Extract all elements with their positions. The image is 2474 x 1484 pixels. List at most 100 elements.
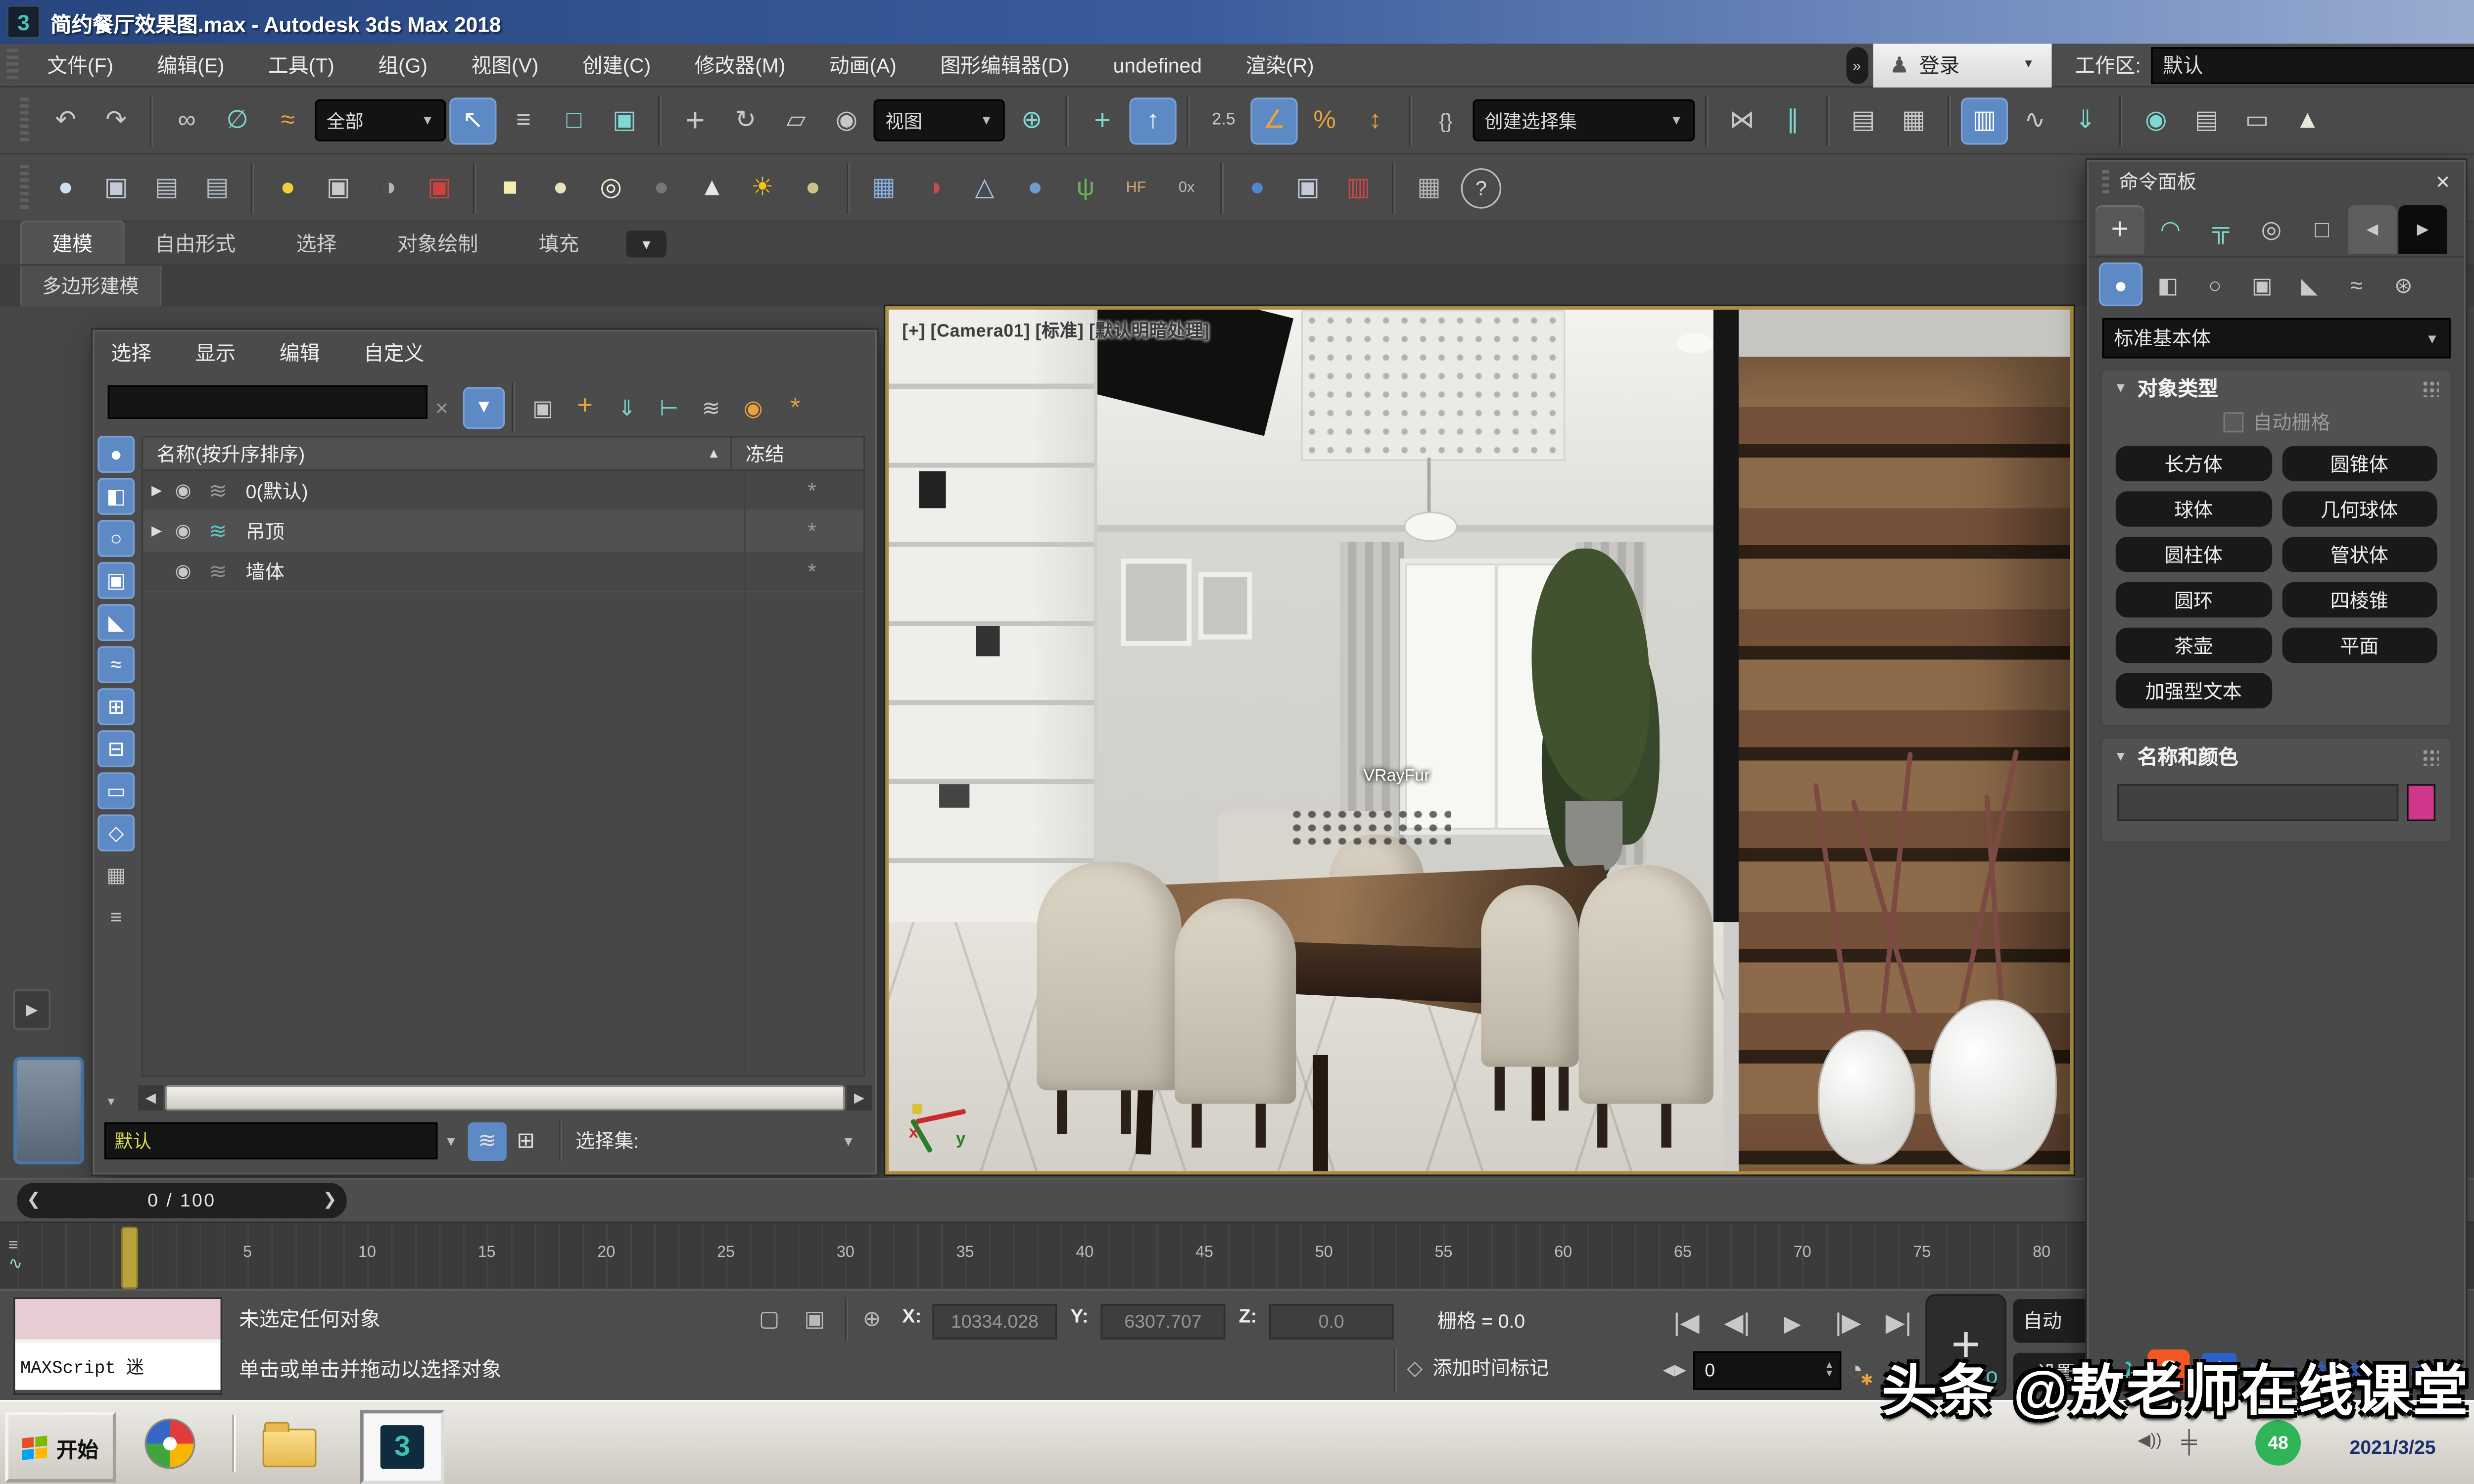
object-type-button[interactable]: 几何球体 [2282, 491, 2437, 526]
display-xrefs-icon[interactable]: ⊟ [97, 730, 135, 767]
autogrid-checkbox-row[interactable]: 自动栅格 [2102, 406, 2451, 439]
tab-motion-icon[interactable]: ◎ [2247, 204, 2296, 253]
use-pivot-center-icon[interactable]: ⊕ [1008, 97, 1055, 144]
keyboard-override-icon[interactable]: ↑ [1129, 97, 1176, 144]
display-bones-icon[interactable]: ▭ [97, 772, 135, 809]
category-systems-icon[interactable]: ⊛ [2381, 263, 2425, 306]
object-name-input[interactable] [2117, 784, 2398, 821]
ribbon-tab-freeform[interactable]: 自由形式 [125, 222, 266, 264]
play-button[interactable]: ▶ [1764, 1299, 1821, 1346]
fur-icon[interactable]: ψ [1062, 164, 1109, 211]
snap-toggle-2-5-icon[interactable]: 2.5 [1200, 97, 1247, 144]
search-clear-icon[interactable]: × [421, 386, 463, 428]
time-slider[interactable]: ❮ 0 / 100 ❯ [17, 1183, 347, 1218]
menu-edit[interactable]: 编辑(E) [135, 50, 246, 79]
command-panel-close-icon[interactable]: ✕ [2435, 171, 2450, 192]
visibility-eye-icon[interactable]: ◉ [175, 479, 209, 501]
scroll-right-icon[interactable]: ▶ [847, 1085, 872, 1111]
object-type-button[interactable]: 加强型文本 [2116, 673, 2272, 708]
display-containers-icon[interactable]: ◇ [97, 814, 135, 851]
select-and-link-icon[interactable]: ∞ [163, 97, 210, 144]
ribbon-tab-selection[interactable]: 选择 [266, 222, 367, 264]
active-layer-dropdown[interactable]: 默认 [104, 1122, 438, 1159]
spinner-snap-icon[interactable]: ↕ [1351, 97, 1398, 144]
menu-animation[interactable]: 动画(A) [808, 50, 919, 79]
hierarchy-view-toggle-icon[interactable]: ⊞ [507, 1121, 545, 1160]
select-object-icon[interactable]: ↖ [449, 97, 496, 144]
display-groups-icon[interactable]: ⊞ [97, 688, 135, 725]
layer-stack-icon[interactable]: ≋ [209, 477, 246, 504]
menu-create[interactable]: 创建(C) [561, 50, 673, 79]
object-type-button[interactable]: 茶壶 [2116, 628, 2272, 663]
object-type-button[interactable]: 四棱锥 [2282, 582, 2437, 617]
scrollbar-thumb[interactable] [165, 1085, 845, 1111]
spot-light-icon[interactable]: ▲ [688, 164, 735, 211]
mirror-icon[interactable]: ⋈ [1718, 97, 1765, 144]
select-and-move-icon[interactable]: + [671, 97, 718, 144]
ribbon-minimize-icon[interactable]: ▼ [626, 231, 667, 257]
unlink-selection-icon[interactable]: ∅ [214, 97, 261, 144]
display-spacewarps-icon[interactable]: ≈ [97, 646, 135, 683]
transform-gizmo-icon[interactable]: ⊕ [855, 1302, 889, 1336]
name-color-rollout-header[interactable]: ▼ 名称和颜色 [2102, 739, 2451, 774]
tab-create-icon[interactable]: + [2095, 204, 2144, 253]
explorer-list-header[interactable]: 名称(按升序排序) ▲ 冻结 [142, 436, 865, 471]
display-materials-icon[interactable]: ▦ [97, 856, 135, 893]
category-lights-icon[interactable]: ○ [2193, 263, 2236, 306]
hf-icon[interactable]: HF [1112, 164, 1159, 211]
start-button[interactable]: 开始 [5, 1412, 116, 1483]
object-type-button[interactable]: 圆柱体 [2116, 537, 2272, 572]
display-cameras-icon[interactable]: ▣ [97, 562, 135, 599]
autogrid-checkbox[interactable] [2223, 412, 2243, 432]
camera-lister-icon[interactable]: ▣ [315, 164, 362, 211]
y-coordinate-field[interactable]: 6307.707 [1101, 1304, 1226, 1339]
render-production-icon[interactable]: ▲ [2284, 97, 2331, 144]
select-by-name-icon[interactable]: ≡ [500, 97, 547, 144]
blend-spheres-icon[interactable]: ◑ [910, 164, 957, 211]
red-window-icon[interactable]: ▥ [1334, 164, 1381, 211]
go-to-end-button[interactable]: ▶| [1875, 1299, 1922, 1346]
object-type-button[interactable]: 管状体 [2282, 537, 2437, 572]
tab-display-icon[interactable]: □ [2297, 204, 2346, 253]
layer-view-toggle-icon[interactable]: ≋ [468, 1121, 506, 1160]
select-children-icon[interactable]: * [774, 386, 816, 428]
selection-filter-dropdown[interactable]: 全部▼ [315, 99, 446, 141]
object-type-button[interactable]: 长方体 [2116, 446, 2272, 481]
rect-selection-region-icon[interactable]: □ [550, 97, 597, 144]
explorer-search-input[interactable] [108, 385, 428, 419]
listener-pane[interactable]: MAXScript 迷 [15, 1343, 221, 1390]
display-shapes-icon[interactable]: ◧ [97, 478, 135, 515]
undo-icon[interactable]: ↶ [42, 97, 89, 144]
ribbon-tab-object-paint[interactable]: 对象绘制 [367, 222, 509, 264]
freeze-toggle-icon[interactable]: * [808, 518, 816, 544]
menu-overflow-icon[interactable]: » [1846, 46, 1867, 84]
tab-scroll-left-icon[interactable]: ◀ [2348, 204, 2397, 253]
civil-building-icon[interactable]: ▦ [1405, 164, 1452, 211]
scene-explorer-row[interactable]: ▶◉≋吊顶* [143, 511, 863, 552]
add-time-tag[interactable]: ◇ 添加时间标记 [1407, 1354, 1549, 1381]
explorer-menu-display[interactable]: 显示 [195, 338, 236, 367]
primitive-category-dropdown[interactable]: 标准基本体▼ [2102, 318, 2451, 359]
align-icon[interactable]: ∥ [1769, 97, 1816, 144]
explorer-menu-select[interactable]: 选择 [111, 338, 152, 367]
help-icon[interactable]: ? [1461, 167, 1502, 208]
ox-icon[interactable]: 0x [1163, 164, 1210, 211]
sphere-light-icon[interactable]: ● [537, 164, 584, 211]
ribbon-tab-modeling[interactable]: 建模 [20, 221, 125, 264]
named-selection-set-dropdown[interactable]: 创建选择集▼ [1473, 99, 1695, 141]
add-to-active-layer-icon[interactable]: ⇓ [606, 386, 648, 428]
tab-hierarchy-icon[interactable]: ╦ [2196, 204, 2245, 253]
menu-tools[interactable]: 工具(T) [246, 50, 356, 79]
power-tray-icon[interactable]: ╪ [2181, 1429, 2196, 1454]
object-type-button[interactable]: 球体 [2116, 491, 2272, 526]
percent-snap-icon[interactable]: % [1301, 97, 1348, 144]
menu-graph-editors[interactable]: 图形编辑器(D) [918, 50, 1091, 79]
dome-light-icon[interactable]: ● [789, 164, 836, 211]
freeze-toggle-icon[interactable]: * [808, 478, 816, 503]
light-lister-icon[interactable]: ● [264, 164, 311, 211]
dark-teapot-icon[interactable]: ● [638, 164, 685, 211]
column-name-header[interactable]: 名称(按升序排序) [143, 440, 305, 467]
select-and-manipulate-icon[interactable]: + [1079, 97, 1126, 144]
render-setup-icon[interactable]: ▤ [2183, 97, 2230, 144]
docked-panel-thumbnail[interactable] [13, 1057, 84, 1164]
